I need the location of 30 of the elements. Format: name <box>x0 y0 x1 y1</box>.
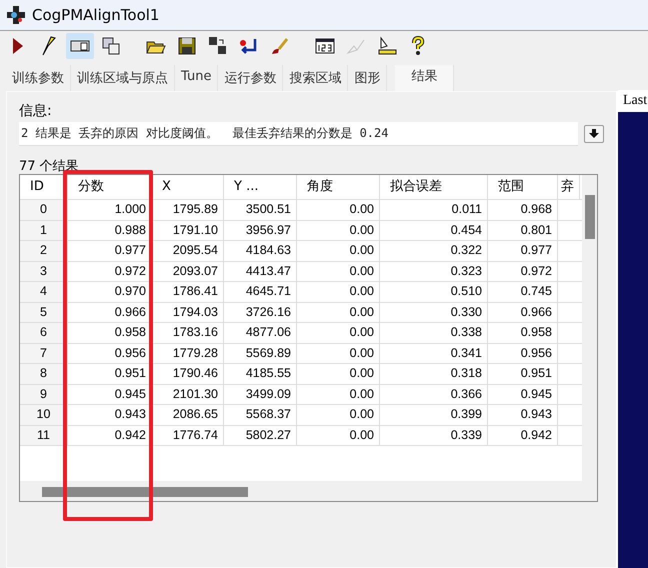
info-label: 信息: <box>19 102 53 120</box>
return-arrow-icon <box>239 36 259 56</box>
windows-icon <box>101 36 121 56</box>
vertical-scrollbar[interactable] <box>582 175 597 481</box>
column-header[interactable]: 范围 <box>488 175 558 199</box>
row-header: 6 <box>20 323 68 342</box>
row-header: 8 <box>20 364 68 384</box>
row-header: 10 <box>20 405 68 424</box>
column-header[interactable]: ID <box>20 175 68 199</box>
column-header[interactable]: X <box>152 175 224 199</box>
column-header[interactable]: 角度 <box>297 175 380 199</box>
row-header: 0 <box>20 200 68 220</box>
window-title: CogPMAlignTool1 <box>32 6 160 24</box>
row-header: 2 <box>20 241 68 260</box>
column-header[interactable]: 分数 <box>68 175 152 199</box>
app-icon <box>6 5 26 25</box>
brush-icon <box>270 36 290 56</box>
column-header[interactable]: 弃 <box>558 175 580 199</box>
tab[interactable]: 结果 <box>395 65 454 91</box>
ruler-icon <box>377 36 397 56</box>
row-header: 4 <box>20 282 68 302</box>
column-header[interactable]: Y ... <box>224 175 297 199</box>
info-message: 2 结果是 丢弃的原因 对比度阈值。 最佳丢弃结果的分数是 0.24 <box>19 122 578 146</box>
number-display-icon <box>315 36 335 56</box>
side-panel-header: Last <box>618 90 648 112</box>
horizontal-scrollbar[interactable] <box>20 481 597 501</box>
expand-button[interactable] <box>584 125 604 143</box>
down-arrow-icon <box>589 129 599 139</box>
toolbar-button[interactable] <box>66 33 94 59</box>
column-header[interactable]: 拟合误差 <box>380 175 488 199</box>
